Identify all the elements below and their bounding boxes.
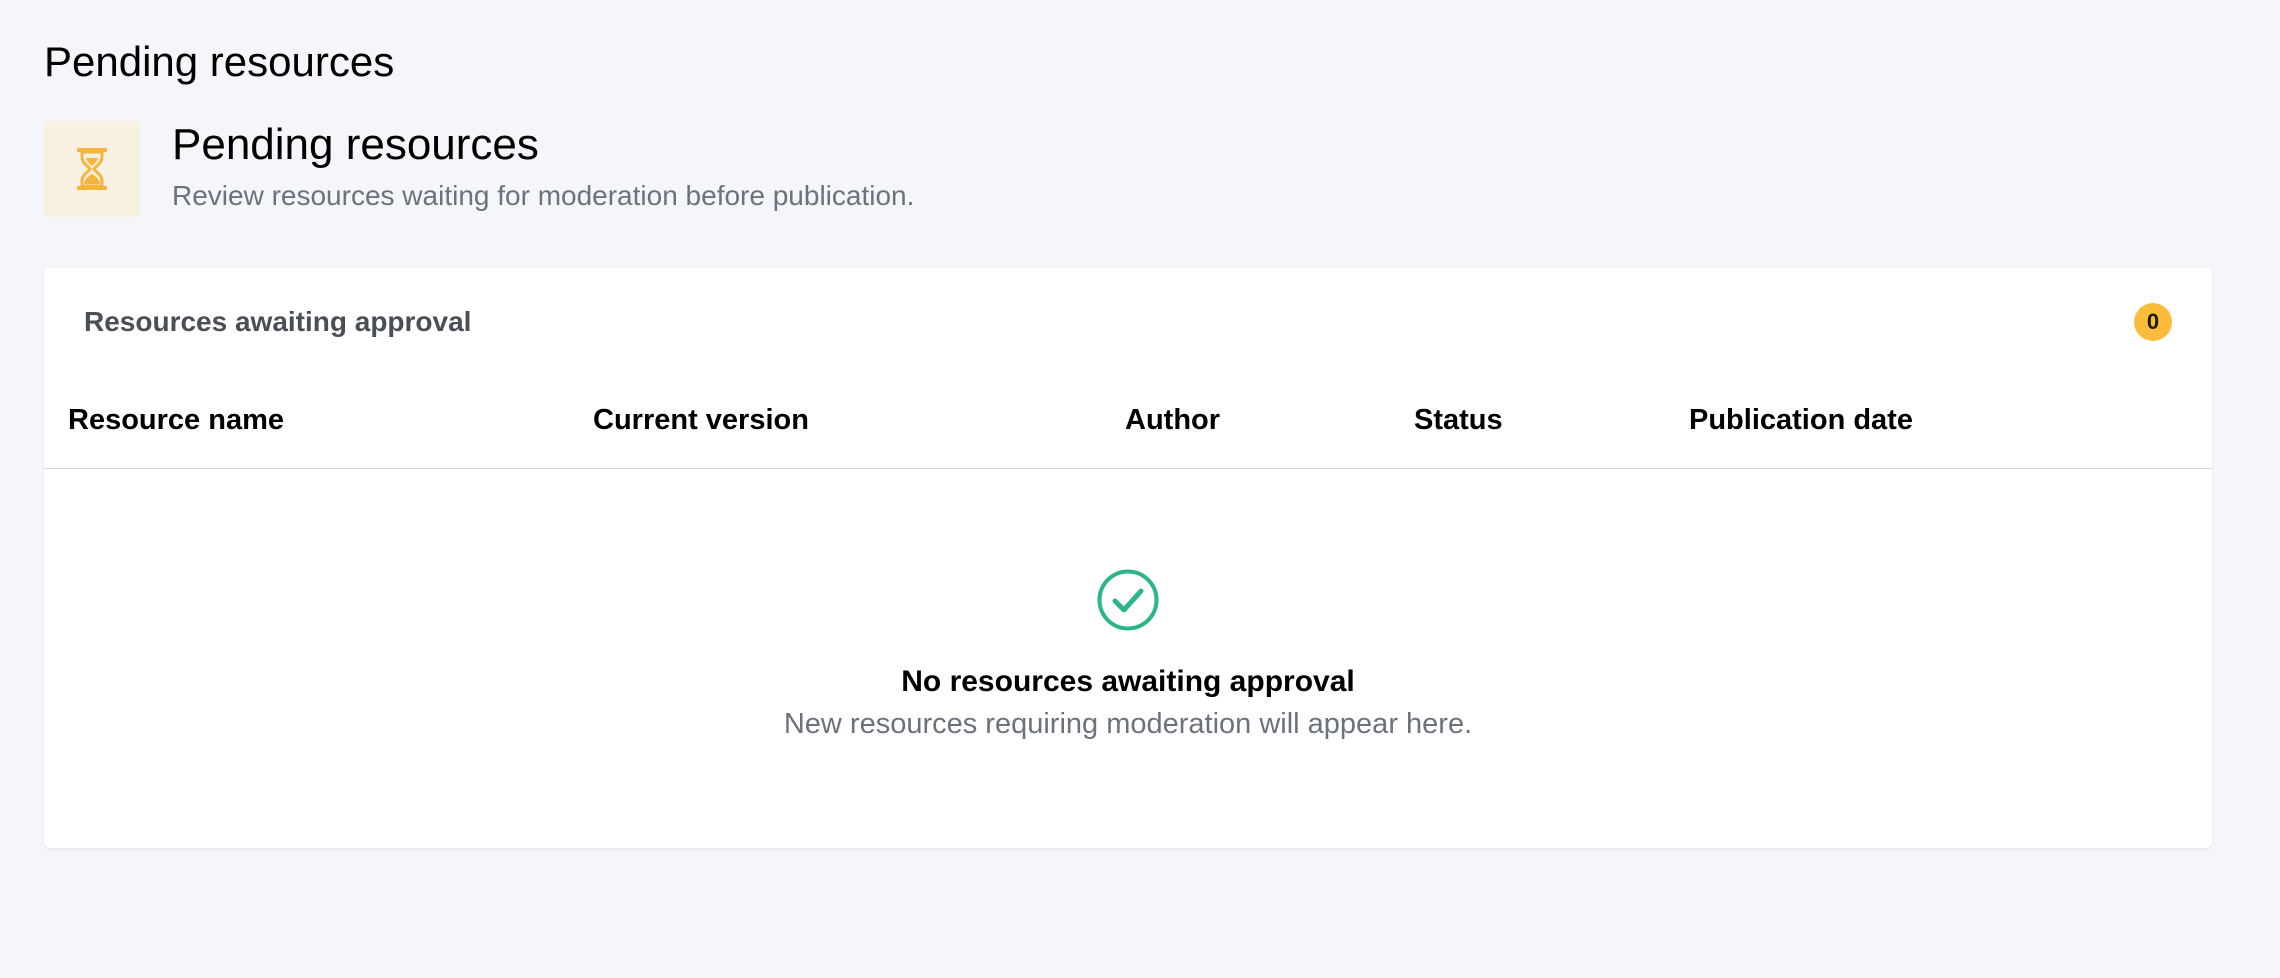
empty-state: No resources awaiting approval New resou… (44, 568, 2212, 742)
card-title: Resources awaiting approval (84, 306, 472, 337)
page-title: Pending resources (44, 38, 395, 85)
table-header-row: Resource name Current version Author Sta… (44, 402, 2212, 469)
column-header-publication-date[interactable]: Publication date (1689, 402, 1913, 438)
empty-state-subtitle: New resources requiring moderation will … (783, 708, 1473, 740)
hourglass-icon (77, 148, 107, 190)
pending-resources-card: Resources awaiting approval 0 Resource n… (44, 268, 2212, 848)
column-header-resource-name[interactable]: Resource name (68, 402, 284, 438)
empty-state-title: No resources awaiting approval (901, 665, 1355, 698)
section-subtitle: Review resources waiting for moderation … (172, 180, 915, 211)
hero-icon-box (44, 121, 140, 217)
column-header-current-version[interactable]: Current version (593, 402, 809, 438)
column-header-status[interactable]: Status (1414, 402, 1503, 438)
check-circle-icon (1097, 569, 1159, 631)
count-badge: 0 (2134, 303, 2172, 341)
section-title: Pending resources (172, 120, 539, 169)
column-header-author[interactable]: Author (1125, 402, 1220, 438)
